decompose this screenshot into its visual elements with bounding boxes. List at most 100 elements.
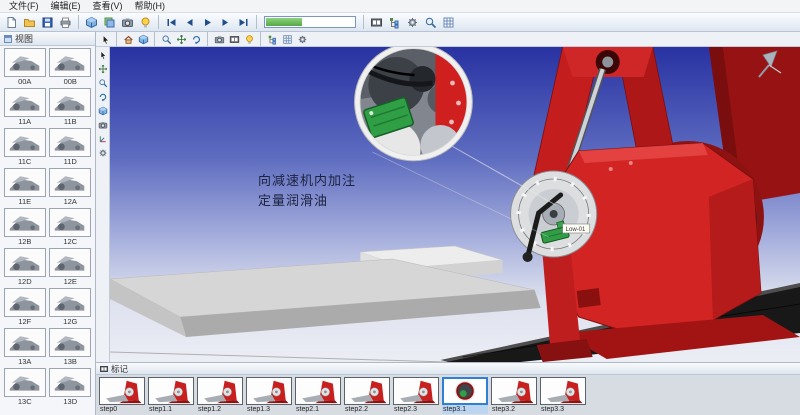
viewport-settings-icon[interactable]: [295, 33, 309, 46]
view-item-12B[interactable]: 12B: [3, 208, 47, 246]
step-item-step2.1[interactable]: step2.1: [295, 377, 341, 414]
step-item-step1.3[interactable]: step1.3: [246, 377, 292, 414]
step-item-step2.3[interactable]: step2.3: [393, 377, 439, 414]
step-label: step3.1: [442, 405, 488, 414]
view-item-12E[interactable]: 12E: [49, 248, 93, 286]
side-rotate-icon[interactable]: [97, 91, 109, 103]
view-item-12D[interactable]: 12D: [3, 248, 47, 286]
view-label: 12B: [18, 237, 31, 246]
menu-view[interactable]: 查看(V): [87, 0, 129, 13]
views-panel-header: 视图: [0, 32, 95, 46]
main-toolbar: [0, 13, 800, 32]
save-icon[interactable]: [39, 14, 56, 31]
side-axis-icon[interactable]: [97, 133, 109, 145]
view-thumbnail: [4, 48, 46, 77]
step-item-step3.3[interactable]: step3.3: [540, 377, 586, 414]
view-thumbnail: [4, 88, 46, 117]
play-icon[interactable]: [199, 14, 216, 31]
open-icon[interactable]: [21, 14, 38, 31]
next-frame-icon[interactable]: [217, 14, 234, 31]
scene-tree-icon[interactable]: [265, 33, 279, 46]
view-label: 12E: [64, 277, 77, 286]
view-thumbnail: [4, 328, 46, 357]
markers-panel-header: 标记: [96, 363, 800, 375]
side-settings-icon[interactable]: [97, 147, 109, 159]
view-item-12A[interactable]: 12A: [49, 168, 93, 206]
view-item-13B[interactable]: 13B: [49, 328, 93, 366]
view-item-00A[interactable]: 00A: [3, 48, 47, 86]
settings-icon[interactable]: [404, 14, 421, 31]
view-thumbnail: [49, 168, 91, 197]
step-thumbnail: [197, 377, 243, 405]
step-thumbnail: [344, 377, 390, 405]
view-cube-icon[interactable]: [83, 14, 100, 31]
view-item-11E[interactable]: 11E: [3, 168, 47, 206]
view-item-11A[interactable]: 11A: [3, 88, 47, 126]
step-item-step0[interactable]: step0: [99, 377, 145, 414]
side-camera-icon[interactable]: [97, 119, 109, 131]
step-label: step1.2: [197, 405, 243, 414]
animation-view-icon[interactable]: [227, 33, 241, 46]
view-item-13C[interactable]: 13C: [3, 368, 47, 406]
view-item-13D[interactable]: 13D: [49, 368, 93, 406]
view-label: 13B: [64, 357, 77, 366]
steps-strip: step0step1.1step1.2step1.3step2.1step2.2…: [96, 375, 800, 415]
side-pan-icon[interactable]: [97, 63, 109, 75]
assembly-tree-icon[interactable]: [386, 14, 403, 31]
view-item-12F[interactable]: 12F: [3, 288, 47, 326]
step-item-step3.2[interactable]: step3.2: [491, 377, 537, 414]
menu-help[interactable]: 帮助(H): [129, 0, 172, 13]
markers-panel-icon: [100, 365, 108, 373]
view-label: 00A: [18, 77, 31, 86]
rotate-tool-icon[interactable]: [189, 33, 203, 46]
select-tool-icon[interactable]: [98, 33, 112, 46]
view-item-11C[interactable]: 11C: [3, 128, 47, 166]
camera-view-icon[interactable]: [212, 33, 226, 46]
view-item-00B[interactable]: 00B: [49, 48, 93, 86]
side-cube-icon[interactable]: [97, 105, 109, 117]
zoom-icon[interactable]: [422, 14, 439, 31]
iso-view-icon[interactable]: [136, 33, 150, 46]
step-item-step1.1[interactable]: step1.1: [148, 377, 194, 414]
view-item-13A[interactable]: 13A: [3, 328, 47, 366]
view-thumbnail: [49, 288, 91, 317]
view-item-12G[interactable]: 12G: [49, 288, 93, 326]
view-thumbnail: [4, 288, 46, 317]
view-thumbnail: [4, 128, 46, 157]
view-thumbnail: [49, 48, 91, 77]
step-item-step2.2[interactable]: step2.2: [344, 377, 390, 414]
grid-toggle-icon[interactable]: [280, 33, 294, 46]
grid-icon[interactable]: [440, 14, 457, 31]
camera-icon[interactable]: [119, 14, 136, 31]
menu-edit[interactable]: 编辑(E): [45, 0, 87, 13]
step-item-step3.1[interactable]: step3.1: [442, 377, 488, 414]
view-item-12C[interactable]: 12C: [49, 208, 93, 246]
zoom-tool-icon[interactable]: [159, 33, 173, 46]
last-frame-icon[interactable]: [235, 14, 252, 31]
part-tag[interactable]: Low-01: [558, 224, 590, 233]
step-item-step1.2[interactable]: step1.2: [197, 377, 243, 414]
layers-icon[interactable]: [101, 14, 118, 31]
animation-timeline[interactable]: [264, 16, 356, 28]
menu-file[interactable]: 文件(F): [3, 0, 45, 13]
gearbox-flange[interactable]: [511, 171, 597, 257]
side-zoom-icon[interactable]: [97, 77, 109, 89]
new-doc-icon[interactable]: [3, 14, 20, 31]
previous-frame-icon[interactable]: [181, 14, 198, 31]
first-frame-icon[interactable]: [163, 14, 180, 31]
view-label: 11A: [18, 117, 31, 126]
side-select-icon[interactable]: [97, 49, 109, 61]
step-label: step2.1: [295, 405, 341, 414]
view-item-11D[interactable]: 11D: [49, 128, 93, 166]
step-label: step1.3: [246, 405, 292, 414]
pan-tool-icon[interactable]: [174, 33, 188, 46]
view-thumbnail: [4, 208, 46, 237]
render-light-icon[interactable]: [242, 33, 256, 46]
view-thumbnail: [4, 248, 46, 277]
animation-icon[interactable]: [368, 14, 385, 31]
view-item-11B[interactable]: 11B: [49, 88, 93, 126]
viewport-3d[interactable]: Low-01: [110, 47, 800, 362]
lighting-icon[interactable]: [137, 14, 154, 31]
print-icon[interactable]: [57, 14, 74, 31]
home-view-icon[interactable]: [121, 33, 135, 46]
